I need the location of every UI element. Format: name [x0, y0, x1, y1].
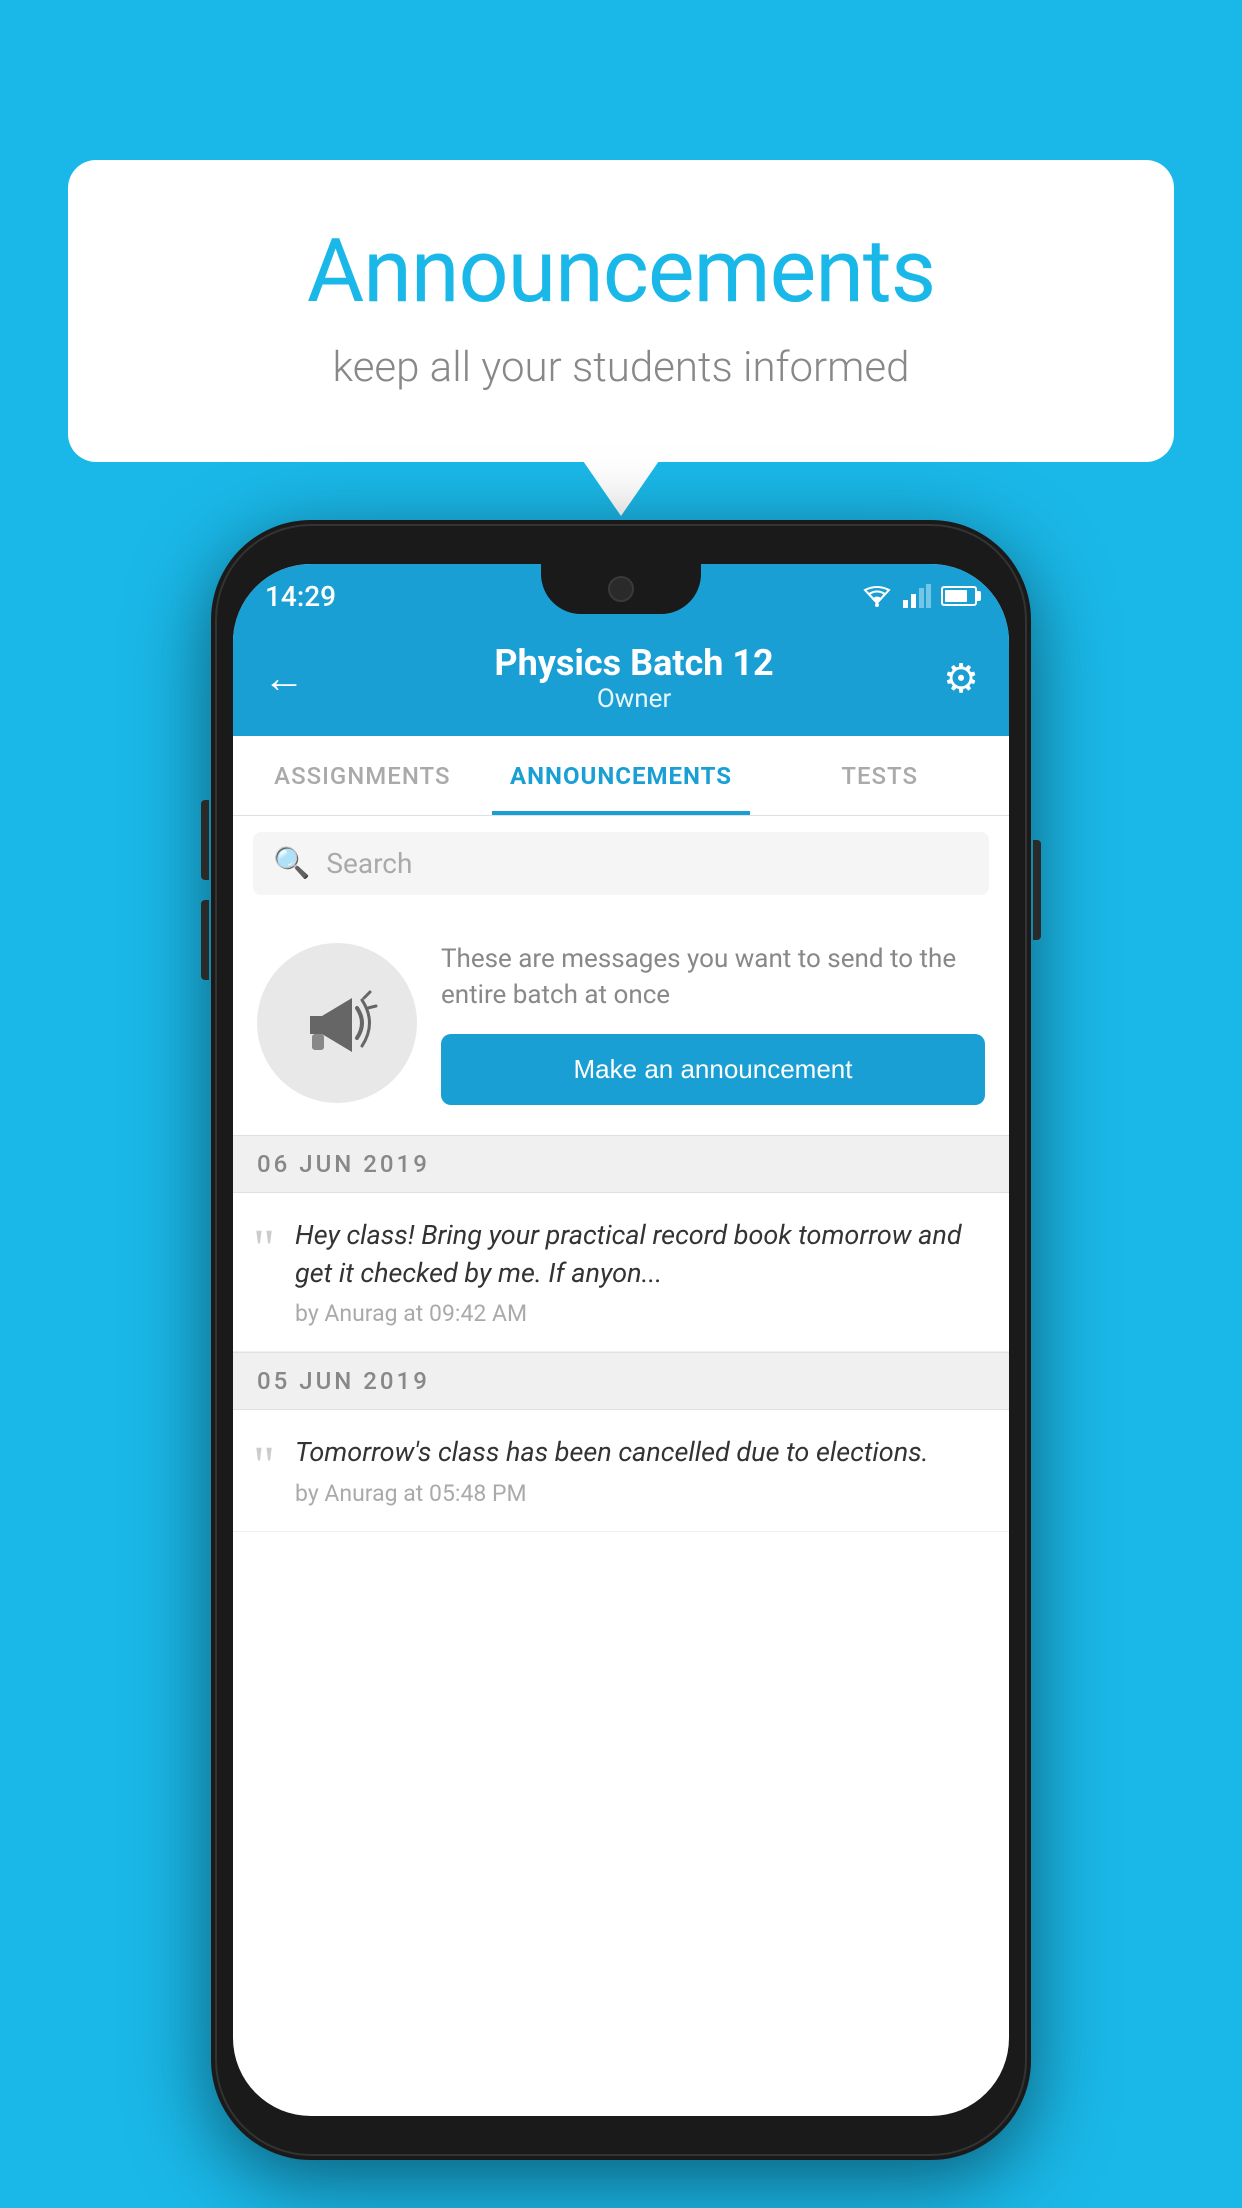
tab-assignments[interactable]: ASSIGNMENTS: [233, 736, 492, 815]
volume-down-button: [201, 900, 209, 980]
announcement-meta-1: by Anurag at 09:42 AM: [295, 1300, 989, 1327]
power-button: [1033, 840, 1041, 940]
announcement-promo: These are messages you want to send to t…: [233, 911, 1009, 1135]
search-container: 🔍 Search: [233, 816, 1009, 911]
announcement-item-1[interactable]: " Hey class! Bring your practical record…: [233, 1193, 1009, 1353]
status-time: 14:29: [265, 580, 336, 613]
announcement-item-2[interactable]: " Tomorrow's class has been cancelled du…: [233, 1410, 1009, 1532]
search-input[interactable]: Search: [326, 847, 412, 880]
notch: [541, 564, 701, 614]
quote-icon-2: ": [253, 1438, 275, 1492]
search-icon: 🔍: [273, 846, 310, 881]
promo-content: These are messages you want to send to t…: [441, 941, 985, 1105]
speech-bubble-container: Announcements keep all your students inf…: [68, 160, 1174, 462]
phone-body: 14:29: [211, 520, 1031, 2160]
signal-icon: [903, 584, 931, 608]
settings-icon[interactable]: ⚙: [943, 655, 979, 702]
phone-mockup: 14:29: [211, 520, 1031, 2160]
speech-bubble-title: Announcements: [148, 220, 1094, 323]
speech-bubble: Announcements keep all your students inf…: [68, 160, 1174, 462]
tab-announcements[interactable]: ANNOUNCEMENTS: [492, 736, 751, 815]
app-bar-title-section: Physics Batch 12 Owner: [325, 642, 943, 714]
tabs-bar: ASSIGNMENTS ANNOUNCEMENTS TESTS: [233, 736, 1009, 816]
search-bar[interactable]: 🔍 Search: [253, 832, 989, 895]
announcement-text-2: Tomorrow's class has been cancelled due …: [295, 1434, 989, 1472]
announcement-content-2: Tomorrow's class has been cancelled due …: [295, 1434, 989, 1507]
wifi-icon: [861, 585, 893, 607]
back-button[interactable]: ←: [263, 654, 305, 703]
status-icons: [861, 584, 977, 608]
make-announcement-button[interactable]: Make an announcement: [441, 1034, 985, 1105]
promo-description: These are messages you want to send to t…: [441, 941, 985, 1014]
app-bar-subtitle: Owner: [325, 684, 943, 714]
date-separator-2: 05 JUN 2019: [233, 1352, 1009, 1410]
app-bar: ← Physics Batch 12 Owner ⚙: [233, 620, 1009, 736]
announcement-meta-2: by Anurag at 05:48 PM: [295, 1480, 989, 1507]
megaphone-icon: [292, 978, 382, 1068]
battery-icon: [941, 586, 977, 606]
quote-icon-1: ": [253, 1221, 275, 1275]
phone-screen: 14:29: [233, 564, 1009, 2116]
speech-bubble-subtitle: keep all your students informed: [148, 343, 1094, 392]
announcement-content-1: Hey class! Bring your practical record b…: [295, 1217, 989, 1328]
tab-tests[interactable]: TESTS: [750, 736, 1009, 815]
announcement-text-1: Hey class! Bring your practical record b…: [295, 1217, 989, 1293]
camera: [608, 576, 634, 602]
date-separator-1: 06 JUN 2019: [233, 1135, 1009, 1193]
volume-up-button: [201, 800, 209, 880]
app-bar-title: Physics Batch 12: [325, 642, 943, 684]
promo-icon-circle: [257, 943, 417, 1103]
